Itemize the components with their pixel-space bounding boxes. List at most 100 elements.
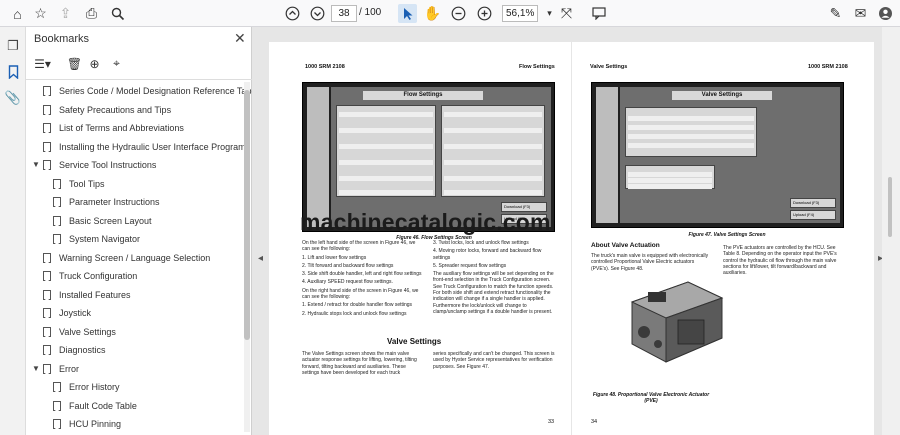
table-row xyxy=(628,172,712,177)
upload-icon[interactable]: ⇪ xyxy=(56,4,75,23)
bookmark-label: Tool Tips xyxy=(69,178,105,189)
paragraph: On the left hand side of the screen in F… xyxy=(302,240,416,253)
bookmark-icon xyxy=(53,234,61,244)
list-item: 3. Side shift double handler, left and r… xyxy=(302,271,422,278)
bookmark-icon xyxy=(43,104,51,115)
page-header-right: 1000 SRM 2108 xyxy=(808,64,848,70)
list-item: 4. Auxiliary SPEED request flow settings… xyxy=(302,279,393,286)
pages-thumbnail-icon[interactable]: ❐ xyxy=(4,37,22,55)
list-item[interactable]: Basic Screen Layout xyxy=(53,212,152,230)
list-item[interactable]: Valve Settings xyxy=(43,323,116,341)
mail-icon[interactable]: ✉ xyxy=(851,4,870,23)
bookmarks-scrollbar[interactable] xyxy=(244,82,250,432)
table-row xyxy=(628,184,712,189)
upload-button: Upload (F4) xyxy=(790,210,836,220)
list-item[interactable]: List of Terms and Abbreviations xyxy=(43,119,184,137)
bookmark-icon xyxy=(53,419,61,429)
list-item[interactable]: Series Code / Model Designation Referenc… xyxy=(43,82,258,100)
zoom-level-input[interactable]: 56,1% xyxy=(502,5,538,22)
bookmark-icon xyxy=(43,160,51,170)
scrollbar-thumb[interactable] xyxy=(244,90,250,340)
close-icon[interactable]: ✕ xyxy=(234,30,246,47)
zoom-search-icon[interactable] xyxy=(108,4,127,23)
list-item[interactable]: HCU Pinning xyxy=(53,415,121,433)
zoom-in-icon[interactable] xyxy=(475,4,494,23)
table-row xyxy=(444,112,542,117)
figure-caption: Figure 47. Valve Settings Screen xyxy=(688,232,766,238)
comment-icon[interactable] xyxy=(589,4,608,23)
hand-tool-icon[interactable]: ✋ xyxy=(423,4,442,23)
scroll-left-icon[interactable]: ◂ xyxy=(258,253,263,264)
divider xyxy=(26,79,252,80)
list-item[interactable]: Service Tool Instructions xyxy=(43,156,156,174)
screen-title: Valve Settings xyxy=(672,91,772,100)
user-account-icon[interactable] xyxy=(876,4,895,23)
page-number-input[interactable]: 38 xyxy=(331,5,357,22)
bookmark-icon xyxy=(43,123,51,133)
chevron-down-icon[interactable]: ▼ xyxy=(32,160,40,169)
bookmark-options-icon[interactable]: ☰▾ xyxy=(34,55,51,72)
valve-table xyxy=(625,107,757,157)
table-row xyxy=(444,176,542,181)
list-item[interactable]: System Navigator xyxy=(53,230,140,248)
screen-sidebar xyxy=(307,87,329,227)
list-item[interactable]: Error History xyxy=(53,378,120,396)
delete-icon[interactable]: 🗑 xyxy=(66,55,83,72)
bookmark-star-icon[interactable]: ☆ xyxy=(31,4,50,23)
list-item[interactable]: Joystick xyxy=(43,304,91,322)
list-item[interactable]: Truck Configuration xyxy=(43,267,137,285)
list-item: 4. Moving rotor locks, forward and backw… xyxy=(433,248,542,261)
list-item[interactable]: Tool Tips xyxy=(53,175,105,193)
bookmark-icon xyxy=(53,197,61,207)
table-row xyxy=(628,178,712,183)
table-row xyxy=(339,112,433,117)
sign-pen-icon[interactable]: ✎ xyxy=(826,4,845,23)
table-row xyxy=(628,125,754,130)
body-text-col2: 3. Twist locks, lock and unlock flow set… xyxy=(433,240,557,317)
list-item: 2. Tilt forward and backward flow settin… xyxy=(302,262,394,269)
attachments-icon[interactable]: 📎 xyxy=(4,89,22,107)
bookmark-label: Parameter Instructions xyxy=(69,197,160,207)
document-page-left: 1000 SRM 2108 Flow Settings Flow Setting… xyxy=(269,42,571,435)
bookmark-icon xyxy=(53,215,61,226)
print-icon[interactable]: ⎙ xyxy=(82,4,101,23)
bookmark-label: HCU Pinning xyxy=(69,419,122,429)
bookmark-label: Truck Configuration xyxy=(59,271,138,281)
bookmark-label: Service Tool Instructions xyxy=(59,160,157,170)
list-item[interactable]: Fault Code Table xyxy=(53,397,137,415)
list-item[interactable]: Error xyxy=(43,360,79,378)
select-cursor-icon[interactable] xyxy=(398,4,417,23)
list-item[interactable]: Safety Precautions and Tips xyxy=(43,101,171,119)
section-heading: About Valve Actuation xyxy=(591,242,660,249)
bookmark-icon xyxy=(43,308,51,318)
bookmark-label: Series Code / Model Designation Referenc… xyxy=(59,86,259,96)
actual-values-table xyxy=(625,165,715,189)
previous-page-icon[interactable] xyxy=(283,4,302,23)
list-item[interactable]: Warning Screen / Language Selection xyxy=(43,249,210,267)
fit-page-icon[interactable]: ⤧ xyxy=(557,4,576,23)
list-item[interactable]: Diagnostics xyxy=(43,341,106,359)
table-row xyxy=(444,160,542,165)
figure-caption: Figure 48. Proportional Valve Electronic… xyxy=(592,392,710,404)
tag-icon[interactable]: ⌖ xyxy=(108,55,125,72)
new-bookmark-icon[interactable]: ⊕ xyxy=(86,55,103,72)
scrollbar-thumb[interactable] xyxy=(887,177,893,237)
list-item: 5. Spreader request flow settings xyxy=(433,262,507,269)
list-item[interactable]: Installing the Hydraulic User Interface … xyxy=(43,138,246,156)
table-row xyxy=(628,134,754,139)
paragraph: The auxiliary flow settings will be set … xyxy=(433,271,554,315)
zoom-out-icon[interactable] xyxy=(449,4,468,23)
list-item[interactable]: Installed Features xyxy=(43,286,131,304)
home-icon[interactable]: ⌂ xyxy=(8,4,27,23)
document-scrollbar[interactable] xyxy=(882,27,900,435)
chevron-down-icon[interactable]: ▼ xyxy=(32,364,40,373)
screen-title: Flow Settings xyxy=(363,91,483,100)
bookmarks-panel-icon[interactable] xyxy=(4,63,22,81)
bookmark-label: List of Terms and Abbreviations xyxy=(59,123,184,133)
page-number: 33 xyxy=(548,419,555,425)
watermark-text: machinecatalogic.com xyxy=(300,209,551,235)
bookmark-label: Warning Screen / Language Selection xyxy=(59,252,211,263)
next-page-icon[interactable] xyxy=(308,4,327,23)
list-item[interactable]: Parameter Instructions xyxy=(53,193,160,211)
screen-sidebar xyxy=(596,87,618,223)
